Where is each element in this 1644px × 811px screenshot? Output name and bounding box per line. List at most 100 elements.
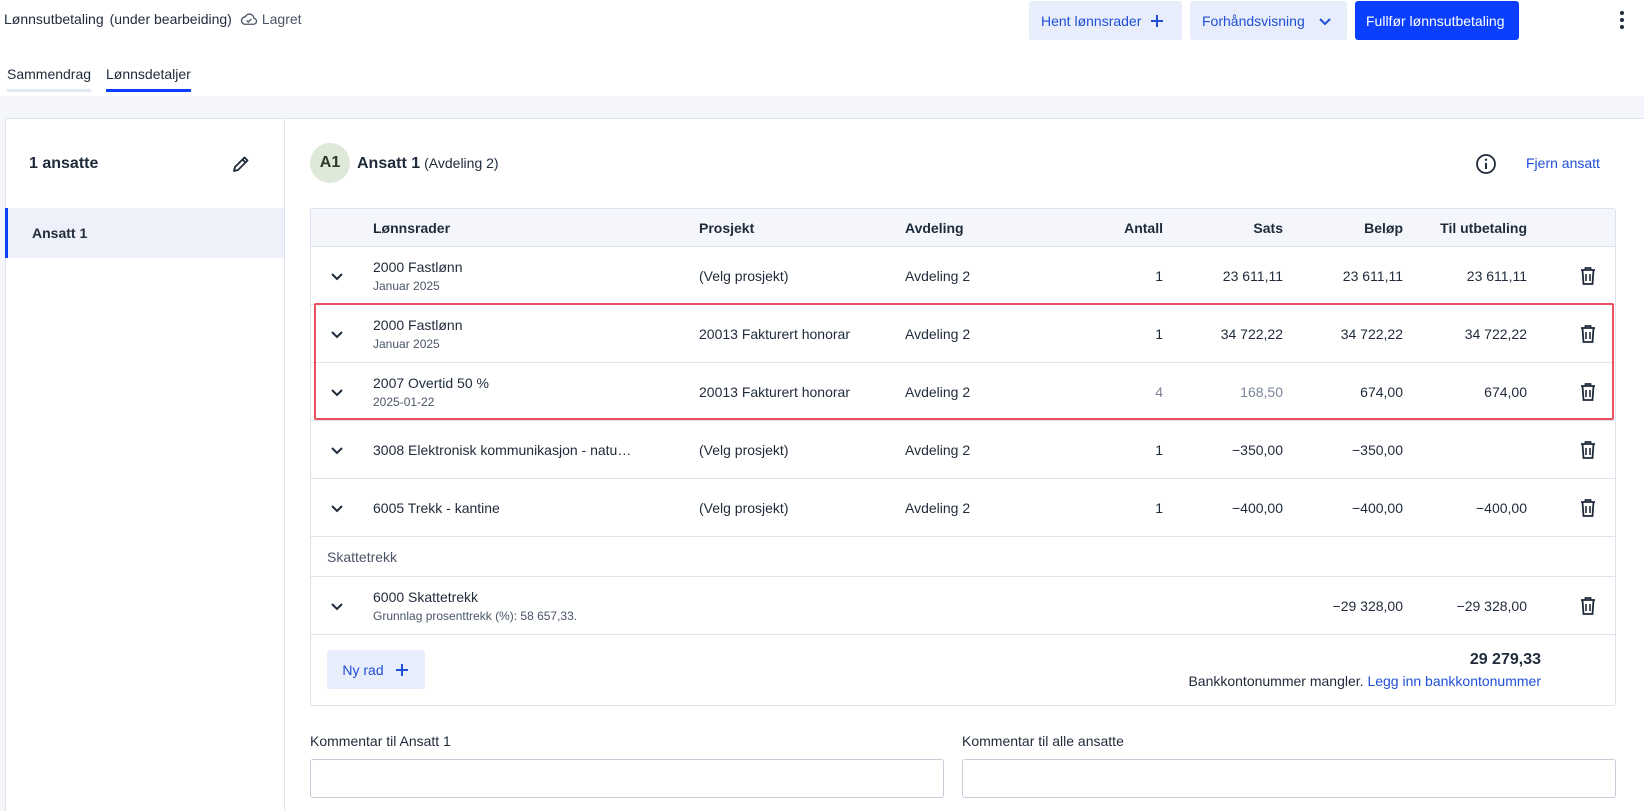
row-amount: 674,00	[1360, 383, 1403, 400]
preview-label: Forhåndsvisning	[1202, 12, 1305, 29]
chevron-down-icon[interactable]	[329, 363, 345, 420]
row-project[interactable]: (Velg prosjekt)	[699, 479, 788, 536]
all-comment-label: Kommentar til alle ansatte	[962, 733, 1124, 749]
row-payout: 23 611,11	[1466, 267, 1527, 284]
row-quantity[interactable]: 1	[1051, 247, 1163, 304]
trash-icon[interactable]	[1579, 479, 1597, 536]
col-payroll-rows: Lønnsrader	[373, 219, 451, 236]
table-row[interactable]: 2000 Fastlønn Januar 2025 20013 Fakturer…	[311, 305, 1615, 363]
remove-employee-link[interactable]: Fjern ansatt	[1526, 155, 1600, 171]
employee-name-text: Ansatt 1	[357, 155, 421, 172]
table-row[interactable]: 3008 Elektronisk kommunikasjon - natu… (…	[311, 421, 1615, 479]
cloud-check-icon	[240, 13, 257, 25]
row-quantity[interactable]: 1	[1051, 479, 1163, 536]
trash-icon[interactable]	[1579, 305, 1597, 362]
row-rate[interactable]: −350,00	[1173, 421, 1283, 478]
row-department[interactable]: Avdeling 2	[905, 363, 970, 420]
row-name-cell: 2007 Overtid 50 % 2025-01-22	[373, 363, 489, 420]
table-row[interactable]: 2000 Fastlønn Januar 2025 (Velg prosjekt…	[311, 247, 1615, 305]
page-title-status: (under bearbeiding)	[109, 11, 232, 27]
chevron-down-icon[interactable]	[329, 305, 345, 362]
row-project[interactable]: 20013 Fakturert honorar	[699, 363, 850, 420]
chevron-down-icon[interactable]	[329, 247, 345, 304]
row-department[interactable]: Avdeling 2	[905, 247, 970, 304]
avatar: A1	[310, 143, 350, 183]
chevron-down-icon[interactable]	[329, 421, 345, 478]
trash-icon[interactable]	[1579, 421, 1597, 478]
plus-icon	[1151, 14, 1164, 27]
trash-icon[interactable]	[1579, 577, 1597, 634]
trash-icon[interactable]	[1579, 363, 1597, 420]
total-payout: 29 279,33	[1469, 651, 1541, 668]
row-name: 6000 Skattetrekk	[373, 588, 479, 605]
employee-count: 1 ansatte	[29, 155, 99, 172]
row-sub: 2025-01-22	[373, 394, 435, 409]
sidebar-item-employee-1[interactable]: Ansatt 1	[5, 208, 284, 258]
page-title: Lønnsutbetaling (under bearbeiding) Lagr…	[4, 11, 302, 27]
row-amount: −29 328,00	[1332, 597, 1403, 614]
table-row[interactable]: 6005 Trekk - kantine (Velg prosjekt) Avd…	[311, 479, 1615, 537]
row-amount: 34 722,22	[1340, 325, 1403, 342]
pencil-icon[interactable]	[231, 154, 251, 177]
row-sub: Januar 2025	[373, 336, 440, 351]
row-project[interactable]: (Velg prosjekt)	[699, 421, 788, 478]
fetch-rows-label: Hent lønnsrader	[1041, 12, 1142, 29]
employee-department: (Avdeling 2)	[424, 155, 499, 171]
row-name-cell: 2000 Fastlønn Januar 2025	[373, 305, 463, 362]
table-footer: Ny rad 29 279,33 Bankkontonummer mangler…	[311, 634, 1615, 705]
bank-missing-text: Bankkontonummer mangler.	[1188, 673, 1364, 689]
row-amount: −400,00	[1352, 499, 1403, 516]
trash-icon[interactable]	[1579, 247, 1597, 304]
row-name: 2000 Fastlønn	[373, 258, 463, 275]
row-rate[interactable]: −400,00	[1173, 479, 1283, 536]
new-row-button[interactable]: Ny rad	[327, 650, 425, 689]
col-quantity: Antall	[1124, 219, 1163, 236]
more-options-icon[interactable]	[1612, 8, 1632, 32]
row-payout: 674,00	[1484, 383, 1527, 400]
fetch-rows-button[interactable]: Hent lønnsrader	[1029, 1, 1182, 40]
row-department[interactable]: Avdeling 2	[905, 305, 970, 362]
add-bank-account-link[interactable]: Legg inn bankkontonummer	[1367, 673, 1541, 689]
info-icon[interactable]	[1475, 153, 1497, 178]
save-status-text: Lagret	[261, 11, 302, 27]
row-department[interactable]: Avdeling 2	[905, 421, 970, 478]
chevron-down-icon[interactable]	[329, 577, 345, 634]
preview-button[interactable]: Forhåndsvisning	[1190, 1, 1347, 40]
row-name-cell: 2000 Fastlønn Januar 2025	[373, 247, 463, 304]
row-project[interactable]: 20013 Fakturert honorar	[699, 305, 850, 362]
page-title-text: Lønnsutbetaling	[4, 11, 104, 27]
col-project: Prosjekt	[699, 219, 755, 236]
row-sub: Januar 2025	[373, 278, 440, 293]
row-rate[interactable]: 34 722,22	[1173, 305, 1283, 362]
row-name: 2000 Fastlønn	[373, 316, 463, 333]
col-rate: Sats	[1253, 219, 1283, 236]
row-department[interactable]: Avdeling 2	[905, 479, 970, 536]
table-header: Lønnsrader Prosjekt Avdeling Antall Sats…	[311, 209, 1615, 247]
all-comment-input[interactable]	[962, 759, 1616, 798]
row-payout	[1411, 421, 1527, 478]
row-name: 2007 Overtid 50 %	[373, 374, 489, 391]
row-amount: −350,00	[1352, 441, 1403, 458]
col-payout: Til utbetaling	[1440, 219, 1527, 236]
row-quantity[interactable]: 1	[1051, 421, 1163, 478]
row-payout: 34 722,22	[1464, 325, 1527, 342]
row-project[interactable]: (Velg prosjekt)	[699, 247, 788, 304]
tab-summary[interactable]: Sammendrag	[7, 66, 92, 92]
row-payout: −400,00	[1476, 499, 1527, 516]
row-name: 3008 Elektronisk kommunikasjon - natu…	[373, 441, 632, 458]
row-rate[interactable]: 23 611,11	[1173, 247, 1283, 304]
top-bar: Lønnsutbetaling (under bearbeiding) Lagr…	[0, 0, 1644, 40]
row-quantity[interactable]: 4	[1051, 363, 1163, 420]
sidebar-item-label: Ansatt 1	[32, 225, 88, 241]
table-row[interactable]: 6000 Skattetrekk Grunnlag prosenttrekk (…	[311, 577, 1615, 635]
employee-comment-input[interactable]	[310, 759, 944, 798]
tab-payroll-details[interactable]: Lønnsdetaljer	[106, 66, 191, 92]
employee-name: Ansatt 1 (Avdeling 2)	[357, 155, 499, 173]
chevron-down-icon[interactable]	[329, 479, 345, 536]
table-row[interactable]: 2007 Overtid 50 % 2025-01-22 20013 Faktu…	[311, 363, 1615, 421]
col-department: Avdeling	[905, 219, 964, 236]
row-rate[interactable]: 168,50	[1173, 363, 1283, 420]
row-amount: 23 611,11	[1342, 267, 1403, 284]
row-quantity[interactable]: 1	[1051, 305, 1163, 362]
finish-payroll-button[interactable]: Fullfør lønnsutbetaling	[1355, 1, 1519, 40]
